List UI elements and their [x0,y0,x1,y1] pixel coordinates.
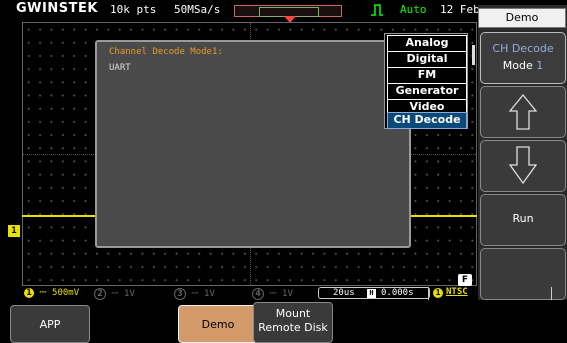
menu-scroll-indicator [472,45,475,65]
f-badge: F [458,274,472,286]
menu-item-ch-decode[interactable]: CH Decode [387,112,467,129]
ch4-coupling-icon: ⎓ [269,289,277,299]
mount-remote-disk-button[interactable]: Mount Remote Disk [253,302,333,343]
app-button-label: APP [39,318,61,331]
arrow-up-icon [508,93,538,130]
record-length: 10k pts [110,3,157,16]
h-position-icon: H [367,289,376,298]
trigger-source-badge: 1 [433,288,443,298]
dialog-value: UART [109,63,131,73]
menu-item-fm[interactable]: FM [387,67,467,84]
demo-button[interactable]: Demo [178,305,258,343]
ch3-coupling-icon: ⎓ [191,289,199,299]
video-standard: NTSC [446,287,468,297]
ch-decode-mode-softkey[interactable]: CH Decode Mode 1 [480,32,566,84]
mount-label-line2: Remote Disk [258,321,328,334]
up-softkey[interactable] [480,86,566,138]
demo-mode-menu: Analog Digital FM Generator Video CH Dec… [384,33,468,129]
ch1-status[interactable]: 1 ⎓ 500mV [24,288,79,298]
ch1-scale: 500mV [52,288,80,298]
dialog-title: Channel Decode Mode1: [109,47,223,57]
softkey-mode-line: Mode 1 [481,59,565,72]
run-softkey[interactable]: Run [480,194,566,246]
mode-value: 1 [536,59,544,72]
ch1-ground-marker[interactable]: 1 [8,225,20,237]
ch4-status[interactable]: 4 ⎓ 1V [252,288,293,300]
arrow-down-icon [508,146,538,185]
brand-logo: GWINSTEK [16,1,98,16]
top-status-bar: GWINSTEK 10k pts 50MSa/s Auto 12 Feb [0,0,480,23]
ch4-scale: 1V [282,289,293,299]
run-label: Run [512,212,534,225]
ch4-badge: 4 [252,288,264,300]
menu-item-analog[interactable]: Analog [387,35,467,52]
ch2-status[interactable]: 2 ⎓ 1V [94,288,135,300]
ch1-badge: 1 [24,288,34,298]
app-button[interactable]: APP [10,305,90,343]
ch3-scale: 1V [204,289,215,299]
ch2-coupling-icon: ⎓ [111,289,119,299]
down-softkey[interactable] [480,140,566,192]
timebase-box[interactable]: 20us H 0.000s [318,287,430,299]
decode-mode-dialog: Channel Decode Mode1: UART [95,40,411,248]
mode-label: Mode [502,59,533,72]
demo-button-label: Demo [201,318,235,331]
ch3-badge: 3 [174,288,186,300]
horizontal-offset: 0.000s [381,288,414,298]
trigger-edge-icon [371,4,383,16]
side-menu-title: Demo [478,8,566,28]
ch2-scale: 1V [124,289,135,299]
ch3-status[interactable]: 3 ⎓ 1V [174,288,215,300]
menu-item-digital[interactable]: Digital [387,51,467,68]
sample-rate: 50MSa/s [174,3,221,16]
softkey-label: CH Decode [492,42,554,55]
menu-item-generator[interactable]: Generator [387,83,467,100]
timebase: 20us [333,288,355,298]
date-display: 12 Feb [440,3,480,16]
ch1-coupling-icon: ⎓ [39,288,47,298]
mount-label-line1: Mount [275,307,311,320]
ch2-badge: 2 [94,288,106,300]
trigger-mode: Auto [400,3,427,16]
